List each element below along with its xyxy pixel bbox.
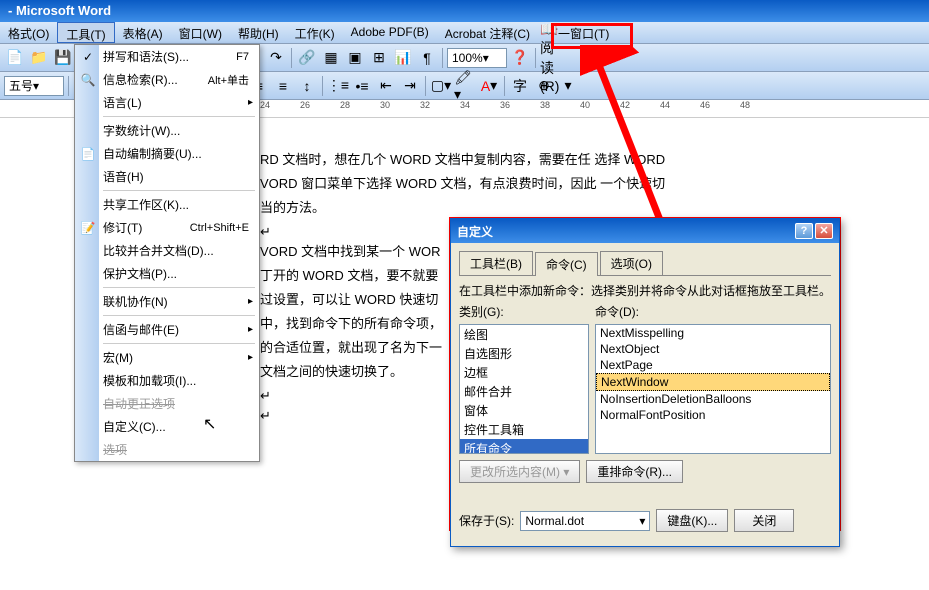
command-label: 命令(D): (595, 303, 831, 320)
toolbar-btn[interactable]: 字 (509, 75, 531, 97)
bullet-list-button[interactable]: •≡ (351, 75, 373, 97)
menu-compare-merge[interactable]: 比较并合并文档(D)... (75, 239, 259, 262)
menu-templates-addins[interactable]: 模板和加载项(I)... (75, 369, 259, 392)
menu-autocorrect[interactable]: 自动更正选项 (75, 392, 259, 415)
menu-adobe-pdf[interactable]: Adobe PDF(B) (343, 22, 437, 43)
toolbar-btn[interactable]: ▣ (344, 47, 366, 69)
menu-bar: 格式(O) 工具(T) 表格(A) 窗口(W) 帮助(H) 工作(K) Adob… (0, 22, 929, 44)
highlight-button[interactable]: 🖍▾ (454, 75, 476, 97)
category-listbox[interactable]: 绘图 自选图形 边框 邮件合并 窗体 控件工具箱 所有命令 宏 字体 自动图文集… (459, 324, 589, 454)
read-button[interactable]: 📖 阅读(R) (540, 47, 562, 69)
doc-icon: 📄 (80, 146, 96, 162)
list-item[interactable]: 窗体 (460, 401, 588, 420)
toolbar-btn[interactable]: 📊 (392, 47, 414, 69)
tab-options[interactable]: 选项(O) (600, 251, 663, 275)
redo-button[interactable]: ↷ (265, 47, 287, 69)
command-listbox[interactable]: NextMisspelling NextObject NextPage Next… (595, 324, 831, 454)
toolbar-btn[interactable]: 📁 (28, 47, 50, 69)
list-item-selected[interactable]: 所有命令 (460, 439, 588, 454)
cursor-icon: ↖ (203, 414, 216, 434)
arrow-icon: ▸ (248, 97, 253, 108)
toolbar-btn[interactable]: ⊞ (368, 47, 390, 69)
annotation-box-next-window (551, 23, 633, 49)
font-size-combo[interactable]: 五号 ▾ (4, 76, 64, 96)
dialog-instructions: 在工具栏中添加新命令：选择类别并将命令从此对话框拖放至工具栏。 (459, 282, 831, 299)
keyboard-button[interactable]: 键盘(K)... (656, 509, 728, 532)
menu-track-changes[interactable]: 📝修订(T)Ctrl+Shift+E (75, 216, 259, 239)
toolbar-btn[interactable]: ▾ (557, 75, 579, 97)
modify-selection-button[interactable]: 更改所选内容(M) ▾ (459, 460, 580, 483)
menu-online-collab[interactable]: 联机协作(N)▸ (75, 290, 259, 313)
number-list-button[interactable]: ⋮≡ (327, 75, 349, 97)
menu-language[interactable]: 语言(L)▸ (75, 91, 259, 114)
list-item[interactable]: 自选图形 (460, 344, 588, 363)
outdent-button[interactable]: ⇤ (375, 75, 397, 97)
customize-dialog: 自定义 ? ✕ 工具栏(B) 命令(C) 选项(O) 在工具栏中添加新命令：选择… (450, 218, 840, 547)
menu-speech[interactable]: 语音(H) (75, 165, 259, 188)
menu-spellcheck[interactable]: ✓拼写和语法(S)...F7 (75, 45, 259, 68)
menu-help[interactable]: 帮助(H) (230, 22, 287, 43)
list-item[interactable]: 邮件合并 (460, 382, 588, 401)
list-item[interactable]: 边框 (460, 363, 588, 382)
check-icon: ✓ (80, 49, 96, 65)
list-item-highlighted[interactable]: NextWindow (596, 373, 830, 391)
menu-autosummarize[interactable]: 📄自动编制摘要(U)... (75, 142, 259, 165)
arrow-icon: ▸ (248, 324, 253, 335)
border-button[interactable]: ▢▾ (430, 75, 452, 97)
list-item[interactable]: NextPage (596, 357, 830, 373)
dialog-close-button[interactable]: ✕ (815, 223, 833, 239)
tab-toolbars[interactable]: 工具栏(B) (459, 251, 533, 275)
doc-line: VORD 窗口菜单下选择 WORD 文档，有点浪费时间，因此 一个快速切 (260, 172, 839, 196)
menu-macro[interactable]: 宏(M)▸ (75, 346, 259, 369)
menu-window[interactable]: 窗口(W) (171, 22, 230, 43)
menu-options[interactable]: 选项 (75, 438, 259, 461)
list-item[interactable]: NextMisspelling (596, 325, 830, 341)
rearrange-commands-button[interactable]: 重排命令(R)... (586, 460, 683, 483)
menu-format[interactable]: 格式(O) (0, 22, 57, 43)
menu-protect-doc[interactable]: 保护文档(P)... (75, 262, 259, 285)
list-item[interactable]: NextObject (596, 341, 830, 357)
dialog-titlebar: 自定义 ? ✕ (451, 219, 839, 243)
title-bar: - Microsoft Word (0, 0, 929, 22)
category-label: 类别(G): (459, 303, 589, 320)
list-item[interactable]: NoInsertionDeletionBalloons (596, 391, 830, 407)
search-icon: 🔍 (80, 72, 96, 88)
menu-letters-mailings[interactable]: 信函与邮件(E)▸ (75, 318, 259, 341)
zoom-combo[interactable]: 100% ▾ (447, 48, 507, 68)
save-in-label: 保存于(S): (459, 512, 514, 529)
menu-shared-workspace[interactable]: 共享工作区(K)... (75, 193, 259, 216)
list-item[interactable]: 绘图 (460, 325, 588, 344)
font-color-button[interactable]: A▾ (478, 75, 500, 97)
toolbar-btn[interactable]: 🔗 (296, 47, 318, 69)
menu-tools[interactable]: 工具(T) (57, 22, 114, 43)
list-item[interactable]: 控件工具箱 (460, 420, 588, 439)
toolbar-btn[interactable]: ▦ (320, 47, 342, 69)
toolbar-btn[interactable]: ¶ (416, 47, 438, 69)
menu-customize[interactable]: 自定义(C)... (75, 415, 259, 438)
indent-button[interactable]: ⇥ (399, 75, 421, 97)
arrow-icon: ▸ (248, 296, 253, 307)
close-button[interactable]: 关闭 (734, 509, 794, 532)
toolbar-btn[interactable]: ⊕ (533, 75, 555, 97)
toolbar-btn[interactable]: 💾 (52, 47, 74, 69)
edit-icon: 📝 (80, 220, 96, 236)
arrow-icon: ▸ (248, 352, 253, 363)
doc-line: RD 文档时，想在几个 WORD 文档中复制内容，需要在任 选择 WORD (260, 148, 839, 172)
menu-acrobat-comment[interactable]: Acrobat 注释(C) (437, 22, 538, 43)
tools-dropdown-menu: ✓拼写和语法(S)...F7 🔍信息检索(R)...Alt+单击 语言(L)▸ … (74, 44, 260, 462)
align-justify-button[interactable]: ≡ (272, 75, 294, 97)
menu-wordcount[interactable]: 字数统计(W)... (75, 119, 259, 142)
list-item[interactable]: NormalFontPosition (596, 407, 830, 423)
save-in-combo[interactable]: Normal.dot▾ (520, 511, 650, 531)
menu-work[interactable]: 工作(K) (287, 22, 343, 43)
menu-table[interactable]: 表格(A) (115, 22, 171, 43)
dialog-help-button[interactable]: ? (795, 223, 813, 239)
tab-commands[interactable]: 命令(C) (535, 252, 598, 276)
help-button[interactable]: ❓ (509, 47, 531, 69)
toolbar-btn[interactable]: ↕ (296, 75, 318, 97)
toolbar-btn[interactable]: 📄 (4, 47, 26, 69)
dialog-tabs: 工具栏(B) 命令(C) 选项(O) (459, 251, 831, 276)
menu-research[interactable]: 🔍信息检索(R)...Alt+单击 (75, 68, 259, 91)
chevron-down-icon: ▾ (639, 514, 645, 528)
